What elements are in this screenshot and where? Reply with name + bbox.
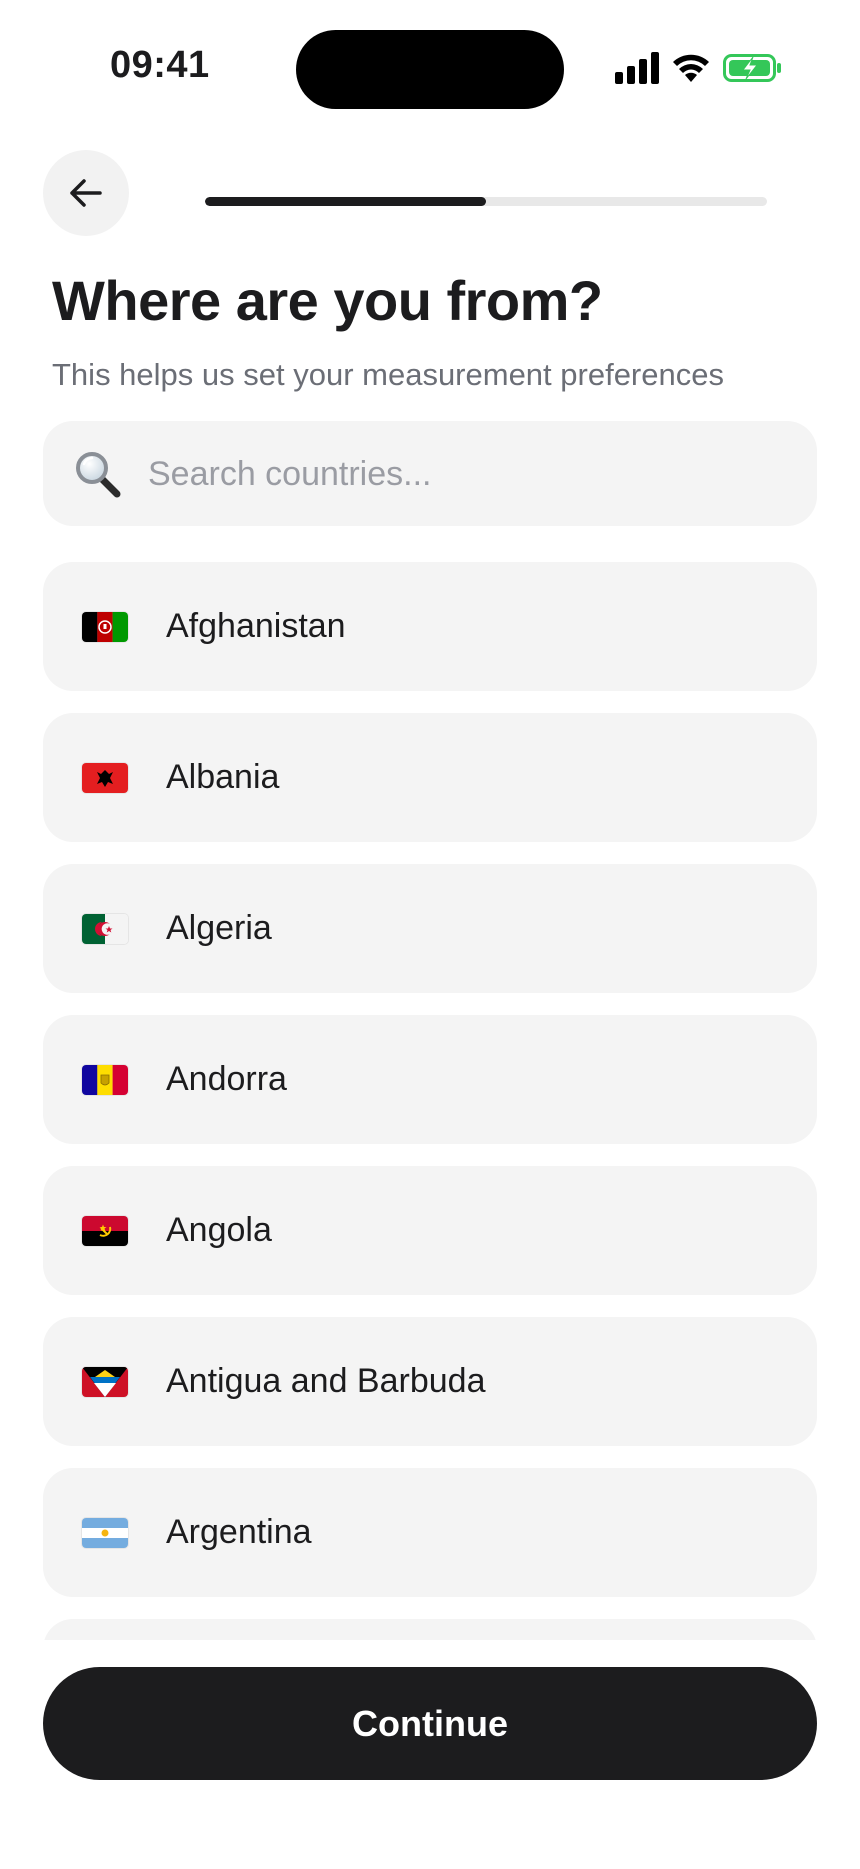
flag-antigua-and-barbuda-icon [82, 1367, 128, 1397]
country-list: Afghanistan Albania Algeria Andorra Ango… [43, 562, 817, 1640]
country-item-partial[interactable] [43, 1619, 817, 1640]
dynamic-island [296, 30, 564, 109]
country-name: Antigua and Barbuda [166, 1362, 486, 1400]
country-item-albania[interactable]: Albania [43, 713, 817, 842]
page-subtitle: This helps us set your measurement prefe… [52, 357, 724, 392]
flag-algeria-icon [82, 914, 128, 944]
magnifying-glass-icon [76, 452, 121, 498]
battery-charging-icon [723, 54, 781, 82]
continue-button[interactable]: Continue [43, 1667, 817, 1780]
page-title: Where are you from? [52, 269, 603, 332]
country-name: Andorra [166, 1060, 287, 1098]
country-item-andorra[interactable]: Andorra [43, 1015, 817, 1144]
flag-afghanistan-icon [82, 612, 128, 642]
flag-andorra-icon [82, 1065, 128, 1095]
flag-argentina-icon [82, 1518, 128, 1548]
arrow-left-icon [70, 179, 102, 207]
cellular-signal-icon [615, 52, 659, 84]
country-item-algeria[interactable]: Algeria [43, 864, 817, 993]
country-name: Angola [166, 1211, 272, 1249]
country-name: Afghanistan [166, 607, 346, 645]
progress-fill [205, 197, 486, 206]
back-button[interactable] [43, 150, 129, 236]
country-item-antigua-and-barbuda[interactable]: Antigua and Barbuda [43, 1317, 817, 1446]
country-name: Argentina [166, 1513, 312, 1551]
status-time: 09:41 [110, 44, 210, 86]
status-bar: 09:41 [0, 0, 860, 120]
search-input[interactable] [146, 421, 790, 528]
flag-albania-icon [82, 763, 128, 793]
search-box[interactable] [43, 421, 817, 528]
country-name: Albania [166, 758, 280, 796]
country-name: Algeria [166, 909, 272, 947]
country-item-angola[interactable]: Angola [43, 1166, 817, 1295]
flag-angola-icon [82, 1216, 128, 1246]
country-item-argentina[interactable]: Argentina [43, 1468, 817, 1597]
wifi-icon [673, 54, 709, 82]
progress-bar [205, 197, 767, 206]
country-item-afghanistan[interactable]: Afghanistan [43, 562, 817, 691]
